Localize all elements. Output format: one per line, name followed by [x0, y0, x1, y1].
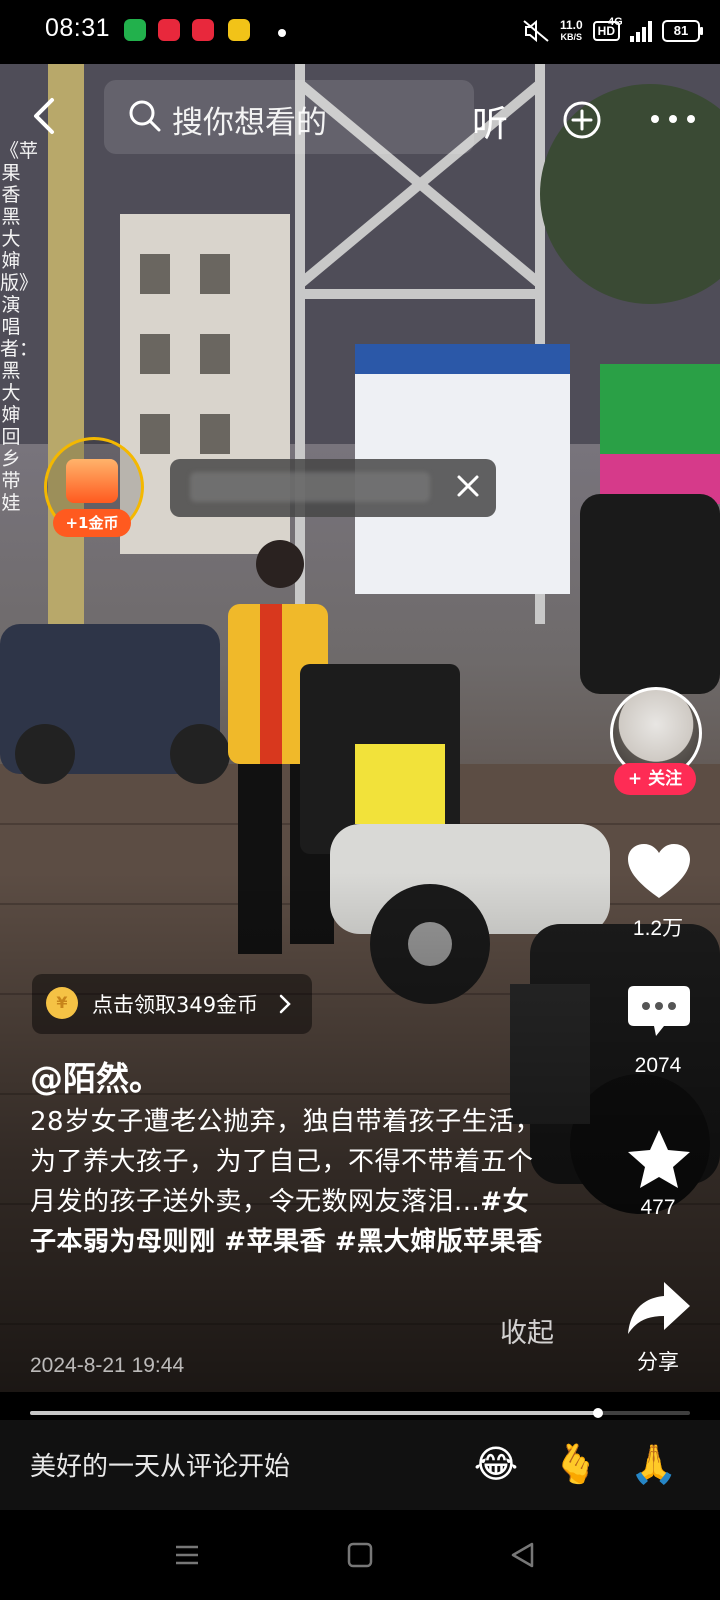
comment-input[interactable]: 美好的一天从评论开始: [30, 1446, 290, 1483]
reward-text: 点击领取349金币: [92, 993, 259, 1017]
laugh-emoji-icon[interactable]: 😂: [472, 1440, 520, 1488]
description-text: 28岁女子遭老公抛弃，独自带着孩子生活，为了养大孩子，为了自己，不得不带着五个月…: [30, 1107, 542, 1217]
back-icon[interactable]: [26, 94, 66, 138]
search-icon: [129, 100, 161, 132]
like-count: 1.2万: [632, 917, 684, 940]
listen-button[interactable]: 听: [472, 95, 508, 147]
toutiao-app-icon: [192, 19, 214, 41]
hashtag[interactable]: #苹果香: [224, 1227, 326, 1257]
progress-fill: [30, 1411, 598, 1415]
signal-type: 4G: [608, 16, 623, 28]
network-speed: 11.0 KB/S: [560, 19, 583, 43]
pray-emoji-icon[interactable]: 🙏: [630, 1440, 678, 1488]
hashtag[interactable]: #黑大婶版苹果香: [335, 1227, 543, 1257]
coin-icon: ¥: [46, 987, 78, 1019]
favorite-count: 477: [640, 1196, 676, 1219]
coin-widget-label: +1金币: [53, 509, 131, 537]
share-label: 分享: [637, 1351, 679, 1374]
signal-icon: 4G: [608, 16, 652, 42]
favorite-star-icon[interactable]: [626, 1128, 692, 1188]
red-packet-icon: [66, 459, 118, 503]
collapse-button[interactable]: 收起: [500, 1311, 554, 1350]
mute-icon: [523, 19, 549, 43]
comment-icon[interactable]: [626, 982, 692, 1042]
post-description: 28岁女子遭老公抛弃，独自带着孩子生活，为了养大孩子，为了自己，不得不带着五个月…: [30, 1102, 550, 1262]
plus-circle-icon[interactable]: [562, 100, 602, 140]
comment-count: 2074: [634, 1054, 682, 1077]
message-app-icon: [124, 19, 146, 41]
more-icon[interactable]: [650, 114, 696, 124]
author-name[interactable]: @陌然。: [30, 1052, 162, 1100]
battery-icon: 81: [662, 20, 703, 42]
back-nav-icon[interactable]: [508, 1540, 538, 1570]
video-title-vertical: 《苹果香黑大婶版》演唱者：黑大婶回乡带娃: [0, 140, 39, 514]
coin-reward-widget[interactable]: +1金币: [44, 437, 144, 537]
menu-icon[interactable]: [172, 1540, 202, 1570]
video-progress-bar[interactable]: [30, 1408, 690, 1418]
chevron-right-icon: [279, 994, 291, 1014]
follow-button[interactable]: + 关注: [614, 763, 696, 795]
share-arrow-icon[interactable]: [626, 1278, 692, 1338]
health-app-icon: [158, 19, 180, 41]
heart-hands-emoji-icon[interactable]: 🫰: [552, 1440, 600, 1488]
like-heart-icon[interactable]: [626, 842, 692, 902]
network-speed-value: 11.0: [559, 18, 583, 32]
close-icon[interactable]: [454, 472, 482, 500]
toast-blurred-text: [190, 472, 430, 502]
home-icon[interactable]: [345, 1540, 375, 1570]
search-placeholder: 搜你想看的: [172, 105, 327, 141]
post-date: 2024-8-21 19:44: [30, 1354, 185, 1377]
status-time: 08:31: [45, 14, 111, 42]
network-speed-unit: KB/S: [560, 32, 583, 42]
notification-dot-icon: [278, 29, 286, 37]
notes-app-icon: [228, 19, 250, 41]
status-bar: 08:31 11.0 KB/S HD 4G 81: [0, 0, 720, 64]
progress-knob[interactable]: [592, 1408, 603, 1418]
